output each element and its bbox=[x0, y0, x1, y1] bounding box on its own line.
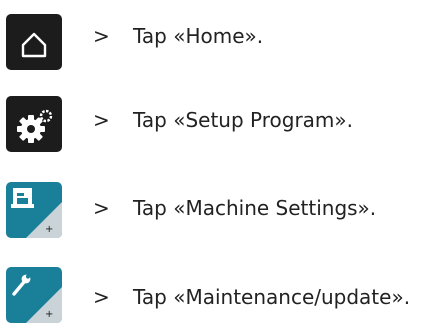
step-arrow: > bbox=[93, 108, 110, 132]
step-arrow: > bbox=[93, 196, 110, 220]
svg-text:+: + bbox=[45, 309, 53, 320]
step-arrow: > bbox=[93, 285, 110, 309]
home-icon bbox=[21, 32, 47, 58]
svg-text:+: + bbox=[45, 224, 53, 235]
home-button[interactable] bbox=[6, 14, 62, 70]
sewing-machine-icon: + bbox=[11, 188, 62, 238]
gears-icon bbox=[17, 109, 53, 143]
maintenance-update-button[interactable]: + bbox=[6, 267, 62, 323]
step-instruction: Tap «Home». bbox=[133, 24, 264, 48]
step-instruction: Tap «Maintenance/update». bbox=[133, 285, 411, 309]
step-arrow: > bbox=[93, 24, 110, 48]
step-instruction: Tap «Setup Program». bbox=[133, 108, 353, 132]
machine-settings-button[interactable]: + bbox=[6, 182, 62, 238]
step-instruction: Tap «Machine Settings». bbox=[133, 196, 377, 220]
wrench-icon: + bbox=[12, 274, 62, 323]
setup-program-button[interactable] bbox=[6, 96, 62, 152]
